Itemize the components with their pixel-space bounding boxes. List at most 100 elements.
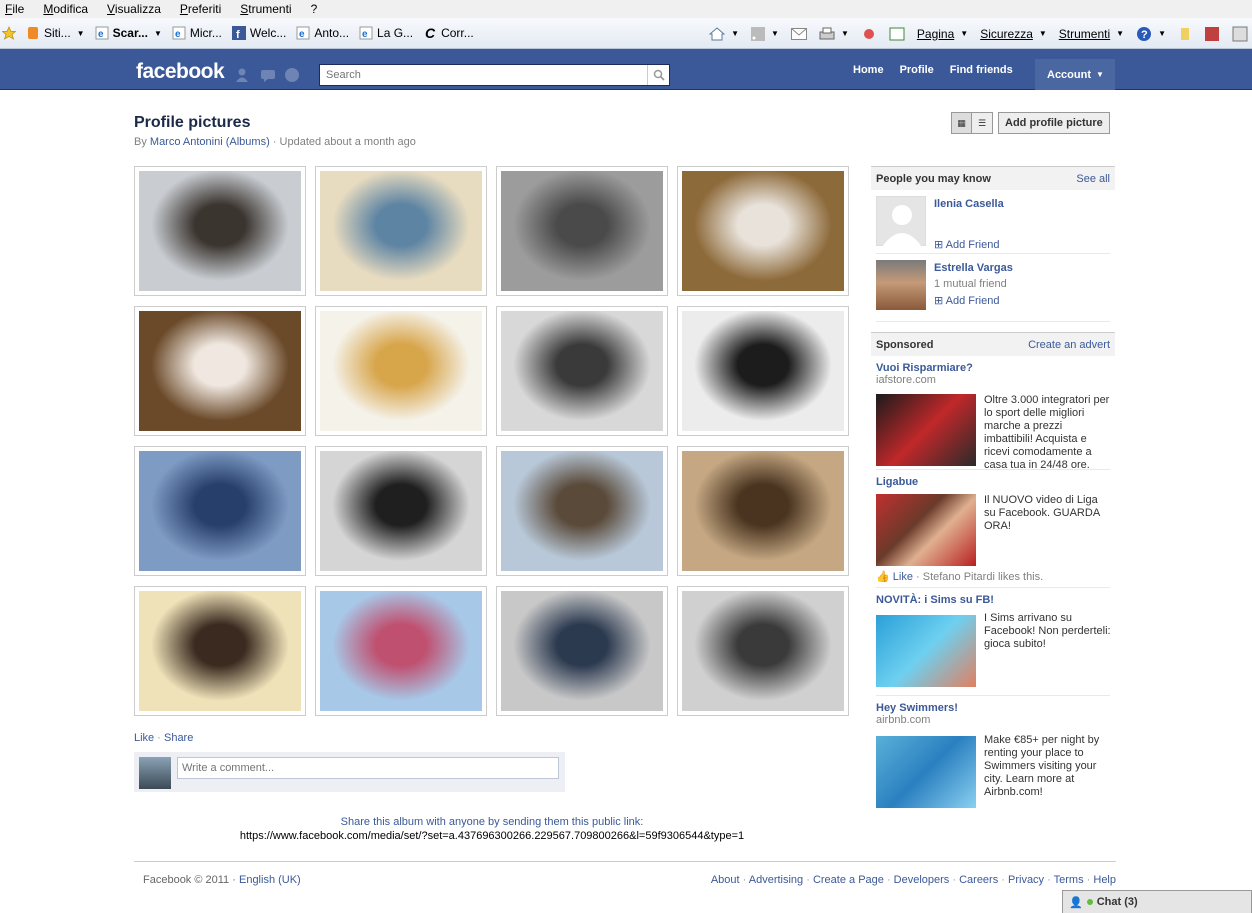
- avatar[interactable]: [876, 196, 926, 247]
- share-link[interactable]: Share: [164, 732, 193, 744]
- favorite-siti[interactable]: Siti... ▼: [26, 26, 85, 40]
- menu-modifica[interactable]: Modifica: [43, 2, 88, 16]
- add-friend-link[interactable]: ⊞ Add Friend: [934, 238, 999, 251]
- top-nav: Home Profile Find friends: [845, 49, 1021, 90]
- mail-icon[interactable]: [790, 27, 807, 40]
- print-icon[interactable]: ▼: [819, 27, 849, 41]
- sicurezza-menu[interactable]: Sicurezza ▼: [980, 27, 1047, 41]
- avatar[interactable]: [876, 260, 926, 310]
- nav-profile[interactable]: Profile: [892, 64, 942, 76]
- footer-terms[interactable]: Terms: [1054, 874, 1084, 886]
- ie-icon: e: [296, 26, 310, 40]
- owner-link[interactable]: Marco Antonini: [150, 136, 223, 148]
- tools-icon[interactable]: [861, 27, 877, 41]
- favorite-scar[interactable]: e Scar... ▼: [95, 26, 162, 40]
- menu-strumenti[interactable]: Strumenti: [240, 2, 291, 16]
- search-icon[interactable]: [647, 65, 669, 85]
- grid-view-button[interactable]: ▦: [951, 112, 972, 134]
- ad-image: [876, 736, 976, 808]
- menu-visualizza[interactable]: Visualizza: [107, 2, 161, 16]
- research-icon[interactable]: [1178, 26, 1192, 42]
- language-link[interactable]: English (UK): [239, 874, 301, 886]
- messages-icon[interactable]: [260, 67, 278, 86]
- view-toggle: ▦ ☰: [951, 112, 993, 134]
- favorite-anto[interactable]: e Anto...: [296, 26, 349, 40]
- add-profile-picture-button[interactable]: Add profile picture: [998, 112, 1110, 134]
- photo-thumbnail[interactable]: [677, 446, 849, 576]
- photo-thumbnail[interactable]: [134, 306, 306, 436]
- notifications-globe-icon[interactable]: [284, 67, 302, 86]
- photo-thumbnail[interactable]: [315, 306, 487, 436]
- menu-preferiti[interactable]: Preferiti: [180, 2, 221, 16]
- footer-help[interactable]: Help: [1093, 874, 1116, 886]
- ie-icon: e: [172, 26, 186, 40]
- onenote-icon[interactable]: [1232, 26, 1248, 42]
- ad-like-link[interactable]: 👍 Like: [876, 571, 913, 583]
- rss-icon[interactable]: ▼: [751, 26, 779, 41]
- translate-icon[interactable]: [1204, 26, 1220, 42]
- albums-link[interactable]: (Albums): [226, 136, 270, 148]
- add-favorite-button[interactable]: [2, 26, 20, 40]
- favorite-micr[interactable]: e Micr...: [172, 26, 222, 40]
- home-icon[interactable]: ▼: [709, 26, 739, 41]
- photo-grid: [134, 166, 850, 716]
- like-link[interactable]: Like: [134, 732, 154, 744]
- c-icon: C: [425, 25, 436, 41]
- photo-thumbnail[interactable]: [677, 166, 849, 296]
- photo-thumbnail[interactable]: [496, 166, 668, 296]
- chat-bar[interactable]: 👤 Chat (3): [1062, 890, 1252, 913]
- ad-item[interactable]: Hey Swimmers! airbnb.com Make €85+ per n…: [876, 696, 1110, 814]
- footer-create-page[interactable]: Create a Page: [813, 874, 884, 886]
- search-input[interactable]: [320, 65, 640, 85]
- thumbs-up-icon: 👍: [876, 571, 893, 583]
- favorite-corr[interactable]: C Corr...: [423, 25, 474, 41]
- footer-careers[interactable]: Careers: [959, 874, 998, 886]
- photo-thumbnail[interactable]: [496, 586, 668, 716]
- footer-about[interactable]: About: [711, 874, 740, 886]
- photo-image: [501, 451, 663, 571]
- photo-thumbnail[interactable]: [134, 166, 306, 296]
- photo-thumbnail[interactable]: [496, 446, 668, 576]
- ad-item[interactable]: Vuoi Risparmiare? iafstore.com Oltre 3.0…: [876, 356, 1110, 471]
- person-name-link[interactable]: Ilenia Casella: [934, 198, 1004, 210]
- photo-image: [682, 451, 844, 571]
- photo-thumbnail[interactable]: [496, 306, 668, 436]
- comment-input[interactable]: [177, 757, 559, 779]
- facebook-logo[interactable]: facebook: [136, 60, 225, 84]
- see-all-link[interactable]: See all: [1076, 173, 1110, 185]
- photo-thumbnail[interactable]: [315, 586, 487, 716]
- list-view-button[interactable]: ☰: [972, 112, 993, 134]
- friend-requests-icon[interactable]: [236, 67, 254, 86]
- footer-privacy[interactable]: Privacy: [1008, 874, 1044, 886]
- footer-developers[interactable]: Developers: [894, 874, 950, 886]
- account-menu[interactable]: Account ▼: [1035, 59, 1115, 90]
- create-advert-link[interactable]: Create an advert: [1028, 339, 1110, 351]
- add-friend-link[interactable]: ⊞ Add Friend: [934, 294, 999, 307]
- pagina-menu[interactable]: Pagina ▼: [917, 27, 968, 41]
- help-icon[interactable]: ? ▼: [1136, 26, 1166, 42]
- favorite-welc[interactable]: f Welc...: [231, 26, 286, 40]
- menu-file[interactable]: File: [5, 2, 24, 16]
- compat-icon[interactable]: [889, 27, 905, 41]
- photo-thumbnail[interactable]: [315, 166, 487, 296]
- favorites-bar: Siti... ▼ e Scar... ▼ e Micr... f Welc... …: [0, 18, 1252, 49]
- menu-help[interactable]: ?: [311, 2, 318, 16]
- suggested-person: Estrella Vargas 1 mutual friend ⊞ Add Fr…: [876, 254, 1110, 322]
- share-url[interactable]: https://www.facebook.com/media/set/?set=…: [134, 830, 850, 842]
- ad-item[interactable]: NOVITÀ: i Sims su FB! I Sims arrivano su…: [876, 588, 1111, 696]
- strumenti-menu[interactable]: Strumenti ▼: [1059, 27, 1124, 41]
- photo-thumbnail[interactable]: [677, 306, 849, 436]
- footer-links: About · Advertising · Create a Page · De…: [710, 874, 1116, 886]
- photo-thumbnail[interactable]: [677, 586, 849, 716]
- photo-thumbnail[interactable]: [134, 586, 306, 716]
- nav-home[interactable]: Home: [845, 64, 892, 76]
- favorite-lag[interactable]: e La G...: [359, 26, 413, 40]
- nav-find-friends[interactable]: Find friends: [942, 64, 1021, 76]
- photo-thumbnail[interactable]: [315, 446, 487, 576]
- ad-item[interactable]: Ligabue Il NUOVO video di Liga su Facebo…: [876, 470, 1110, 588]
- footer-advertising[interactable]: Advertising: [749, 874, 803, 886]
- suggested-sites-icon: [26, 26, 40, 40]
- album-subtitle: By Marco Antonini (Albums) · Updated abo…: [134, 136, 416, 148]
- person-name-link[interactable]: Estrella Vargas: [934, 262, 1013, 274]
- photo-thumbnail[interactable]: [134, 446, 306, 576]
